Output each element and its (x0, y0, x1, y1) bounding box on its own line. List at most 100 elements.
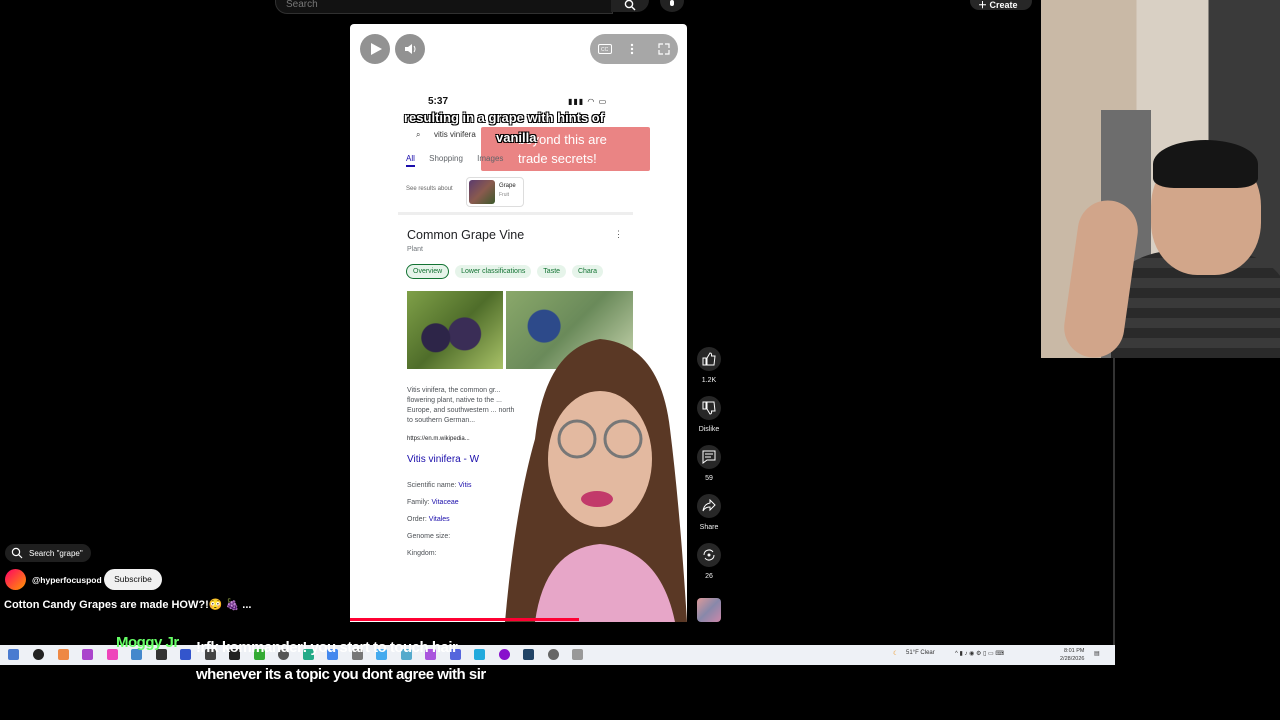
wiki-link: Vitis vinifera - W (407, 454, 480, 465)
video-progress-bar[interactable] (350, 618, 580, 621)
notification-icon[interactable]: ▤ (1094, 650, 1100, 657)
dislike-button[interactable] (697, 396, 721, 420)
create-button[interactable]: ＋ Create (970, 0, 1032, 10)
app-icon[interactable] (499, 649, 510, 660)
caption-line1: resulting in a grape with hints of (404, 110, 605, 125)
comment-count: 59 (705, 475, 713, 482)
search-icon: ⌕ (416, 130, 421, 139)
clock-time: 8:01 PM (1063, 648, 1085, 654)
tab-shopping: Shopping (429, 154, 463, 163)
fact-row: Scientific name: Vitis (407, 477, 471, 494)
search-placeholder: Search (286, 0, 318, 10)
mic-icon (670, 0, 674, 6)
top-search-input[interactable]: Search (275, 0, 613, 14)
fact-label: Genome size: (407, 533, 451, 540)
system-tray-icons[interactable]: ^ ▮ ♪ ◉ ⚙ ▯ ▭ ⌨ (955, 650, 1004, 657)
phone-status-icons: ▮▮▮ ◠ ▭ (568, 97, 608, 106)
knowledge-panel-title: Common Grape Vine (407, 228, 525, 242)
chat-username: Moggy Jr (116, 634, 179, 651)
search-pill-label: Search "grape" (29, 549, 83, 558)
result-chip-title: Grape (499, 183, 516, 189)
comments-button[interactable] (697, 445, 721, 469)
app-icon[interactable] (572, 649, 583, 660)
plus-icon: ＋ (978, 0, 990, 10)
grape-thumbnail (469, 180, 495, 204)
fact-row: Kingdom: (407, 545, 471, 562)
search-icon (11, 547, 23, 559)
fact-row: Family: Vitaceae (407, 494, 471, 511)
app-icon[interactable] (180, 649, 191, 660)
svg-text:CC: CC (601, 47, 609, 53)
fact-label: Order: (407, 516, 427, 523)
video-title[interactable]: Cotton Candy Grapes are made HOW?!😳 🍇 ..… (4, 598, 251, 611)
knowledge-panel-subtitle: Plant (407, 246, 423, 253)
remix-count: 26 (705, 573, 713, 580)
streamer-hair (1153, 140, 1258, 188)
result-chip: Grape Fruit (466, 177, 524, 207)
volume-icon (405, 44, 416, 54)
sound-thumbnail[interactable] (697, 598, 721, 622)
search-icon (624, 0, 636, 11)
play-icon (371, 43, 382, 55)
google-tabs: All Shopping Images (406, 154, 515, 167)
fact-value: Vitis (458, 482, 472, 489)
tab-images: Images (477, 154, 504, 163)
start-icon[interactable] (8, 649, 19, 660)
video-controls-pill: CC (590, 34, 678, 64)
related-search-pill[interactable]: Search "grape" (5, 544, 91, 562)
thumbs-down-icon (702, 401, 716, 415)
result-chip-sub: Fruit (499, 192, 509, 198)
share-label: Share (699, 524, 719, 531)
taskbar-clock[interactable]: 8:01 PM 2/28/2026 (1060, 647, 1084, 663)
chip-taste: Taste (537, 265, 567, 278)
tab-all: All (406, 154, 415, 167)
volume-button[interactable] (395, 34, 425, 64)
chip-characteristics: Chara (571, 265, 604, 278)
phone-time: 5:37 (428, 96, 449, 107)
channel-handle[interactable]: @hyperfocuspod (32, 575, 102, 585)
caption-line2: vanilla (496, 130, 537, 145)
fact-value: Vitaceae (431, 499, 459, 506)
app-icon[interactable] (33, 649, 44, 660)
thumbs-up-icon (702, 352, 716, 366)
fact-label: Kingdom: (407, 550, 437, 557)
fact-label: Family: (407, 499, 430, 506)
more-options-icon: ⋮ (614, 229, 623, 239)
presenter-image (505, 339, 687, 622)
chat-message: !rfk kommander! you start to touch hair … (196, 639, 486, 683)
like-count: 1.2K (701, 377, 717, 384)
webcam-overlay (1041, 0, 1280, 358)
weather-text: 51°F Clear (906, 650, 935, 656)
fact-row: Genome size: (407, 528, 471, 545)
subscribe-button[interactable]: Subscribe (104, 569, 162, 590)
share-button[interactable] (697, 494, 721, 518)
channel-avatar[interactable] (5, 569, 26, 590)
share-icon (702, 499, 716, 512)
fullscreen-icon[interactable] (658, 43, 670, 55)
overlay-line2: trade secrets! (518, 151, 597, 166)
fact-value: Vitales (428, 516, 450, 523)
gear-icon[interactable] (548, 649, 559, 660)
app-icon[interactable] (58, 649, 69, 660)
captions-icon[interactable]: CC (598, 44, 612, 54)
app-icon[interactable] (82, 649, 93, 660)
see-results-label: See results about (406, 186, 453, 192)
shorts-video-player[interactable]: CC 5:37 ▮▮▮ ◠ ▭ ⌕ vitis vinifera beyond … (350, 24, 687, 622)
knowledge-panel-chips: Overview Lower classifications Taste Cha… (406, 264, 607, 279)
play-button[interactable] (360, 34, 390, 64)
comment-icon (702, 450, 716, 464)
wiki-url: https://en.m.wikipedia... (407, 436, 470, 442)
fact-row: Order: Vitales (407, 511, 471, 528)
scrollbar[interactable] (1113, 358, 1115, 648)
more-options-icon[interactable] (630, 43, 634, 55)
remix-icon (703, 549, 715, 561)
chip-lower-classifications: Lower classifications (455, 265, 532, 278)
search-button[interactable] (611, 0, 649, 12)
like-button[interactable] (697, 347, 721, 371)
mic-button[interactable] (660, 0, 684, 12)
remix-button[interactable] (697, 543, 721, 567)
fact-label: Scientific name: (407, 482, 457, 489)
dislike-label: Dislike (698, 426, 720, 433)
create-label: Create (989, 0, 1018, 10)
app-icon[interactable] (523, 649, 534, 660)
